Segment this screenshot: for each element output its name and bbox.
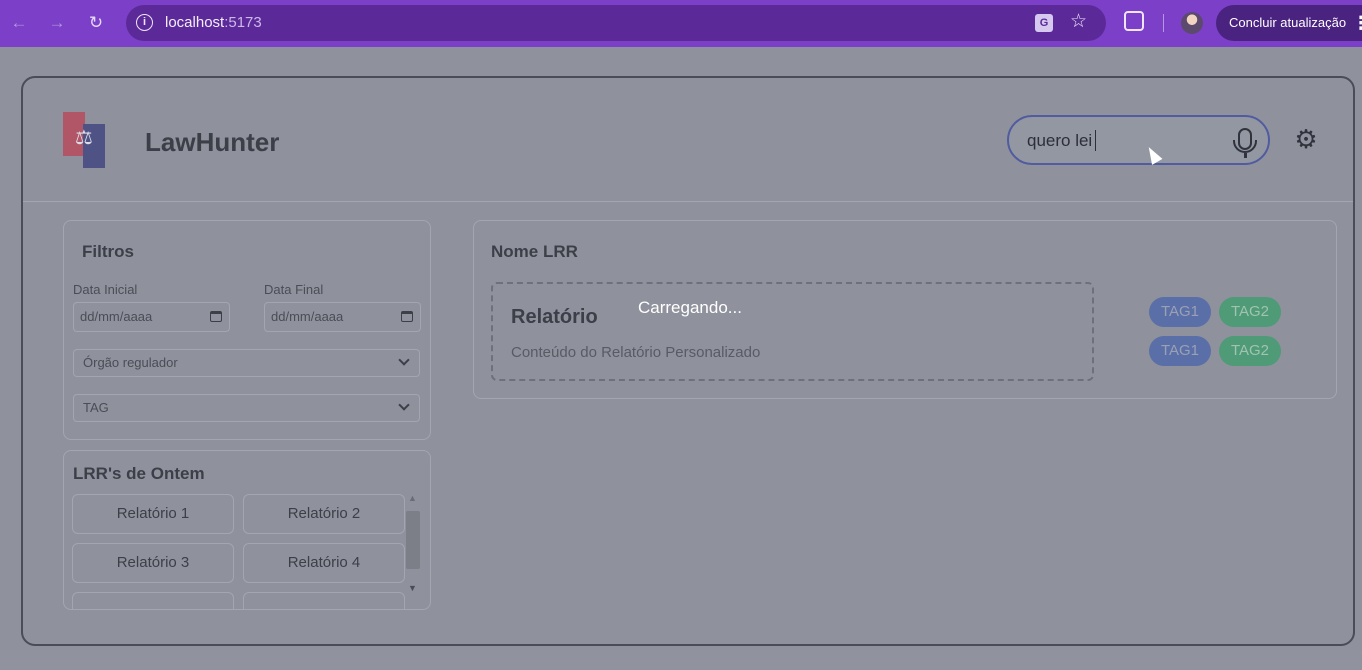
lrr-name-title: Nome LRR <box>491 242 578 261</box>
tag-badge[interactable]: TAG1 <box>1149 297 1211 327</box>
tag-badge[interactable]: TAG2 <box>1219 297 1281 327</box>
calendar-icon[interactable] <box>401 311 413 322</box>
chevron-down-icon <box>398 399 410 411</box>
brand-title: LawHunter <box>145 127 280 157</box>
regulator-select-value: Órgão regulador <box>83 355 178 370</box>
report-card[interactable]: Relatório Conteúdo do Relatório Personal… <box>491 282 1094 381</box>
app-header: ⚖ LawHunter quero lei ⚙ <box>23 78 1353 202</box>
url-host: localhost <box>165 14 225 31</box>
toolbar-divider <box>1163 14 1164 32</box>
start-date-label: Data Inicial <box>73 282 138 297</box>
address-bar[interactable]: i localhost:5173 G ☆ <box>126 5 1106 41</box>
extensions-icon[interactable] <box>1124 11 1144 31</box>
search-input[interactable]: quero lei <box>1007 115 1270 165</box>
end-date-label: Data Final <box>264 282 324 297</box>
tag-select[interactable]: TAG <box>73 394 420 422</box>
tag-badge[interactable]: TAG2 <box>1219 336 1281 366</box>
app-container: ⚖ LawHunter quero lei ⚙ Filtros Data Ini… <box>21 76 1355 646</box>
page-bottom <box>0 650 1362 670</box>
loading-text: Carregando... <box>638 298 742 317</box>
scroll-down-icon[interactable]: ▼ <box>408 583 417 593</box>
tag-select-value: TAG <box>83 400 109 415</box>
calendar-icon[interactable] <box>210 311 222 322</box>
text-caret <box>1095 130 1096 151</box>
report-title: Relatório <box>511 306 598 328</box>
reload-icon[interactable]: ↻ <box>85 12 107 34</box>
end-date-input[interactable]: dd/mm/aaaa <box>264 302 421 332</box>
report-button-4[interactable]: Relatório 4 <box>243 543 405 583</box>
lrr-title: LRR's de Ontem <box>73 464 205 483</box>
lawhunter-logo: ⚖ <box>63 112 107 168</box>
tag-badge[interactable]: TAG1 <box>1149 336 1211 366</box>
scales-icon: ⚖ <box>75 127 93 149</box>
back-icon[interactable]: ← <box>8 12 30 34</box>
start-date-placeholder: dd/mm/aaaa <box>80 309 153 324</box>
chevron-down-icon <box>398 354 410 366</box>
search-value: quero lei <box>1027 131 1093 150</box>
end-date-placeholder: dd/mm/aaaa <box>271 309 344 324</box>
report-button-1[interactable]: Relatório 1 <box>72 494 234 534</box>
bookmark-star-icon[interactable]: ☆ <box>1070 10 1087 33</box>
filters-title: Filtros <box>82 242 134 261</box>
lrr-yesterday-panel: LRR's de Ontem Relatório 1 Relatório 2 R… <box>63 450 431 610</box>
filters-panel: Filtros Data Inicial Data Final dd/mm/aa… <box>63 220 431 440</box>
translate-icon[interactable]: G <box>1035 14 1053 32</box>
main-panel: Nome LRR Relatório Conteúdo do Relatório… <box>473 220 1337 399</box>
report-button-partial[interactable] <box>72 592 234 609</box>
update-button[interactable]: Concluir atualização <box>1216 5 1362 41</box>
report-content: Conteúdo do Relatório Personalizado <box>511 344 761 361</box>
url-port: :5173 <box>224 14 262 31</box>
forward-icon[interactable]: → <box>46 12 68 34</box>
regulator-select[interactable]: Órgão regulador <box>73 349 420 377</box>
profile-avatar[interactable] <box>1181 12 1203 34</box>
site-info-icon[interactable]: i <box>136 14 153 31</box>
browser-menu-icon[interactable]: ⋮ <box>1352 12 1362 34</box>
settings-gear-icon[interactable]: ⚙ <box>1293 126 1319 152</box>
report-button-partial[interactable] <box>243 592 405 609</box>
browser-toolbar: ← → ↻ i localhost:5173 G ☆ Concluir atua… <box>0 0 1362 47</box>
report-button-2[interactable]: Relatório 2 <box>243 494 405 534</box>
url-text: localhost:5173 <box>165 14 262 31</box>
report-button-3[interactable]: Relatório 3 <box>72 543 234 583</box>
scroll-up-icon[interactable]: ▲ <box>408 493 417 503</box>
scrollbar[interactable]: ▲ ▼ <box>404 493 420 605</box>
scrollbar-thumb[interactable] <box>406 511 420 569</box>
start-date-input[interactable]: dd/mm/aaaa <box>73 302 230 332</box>
